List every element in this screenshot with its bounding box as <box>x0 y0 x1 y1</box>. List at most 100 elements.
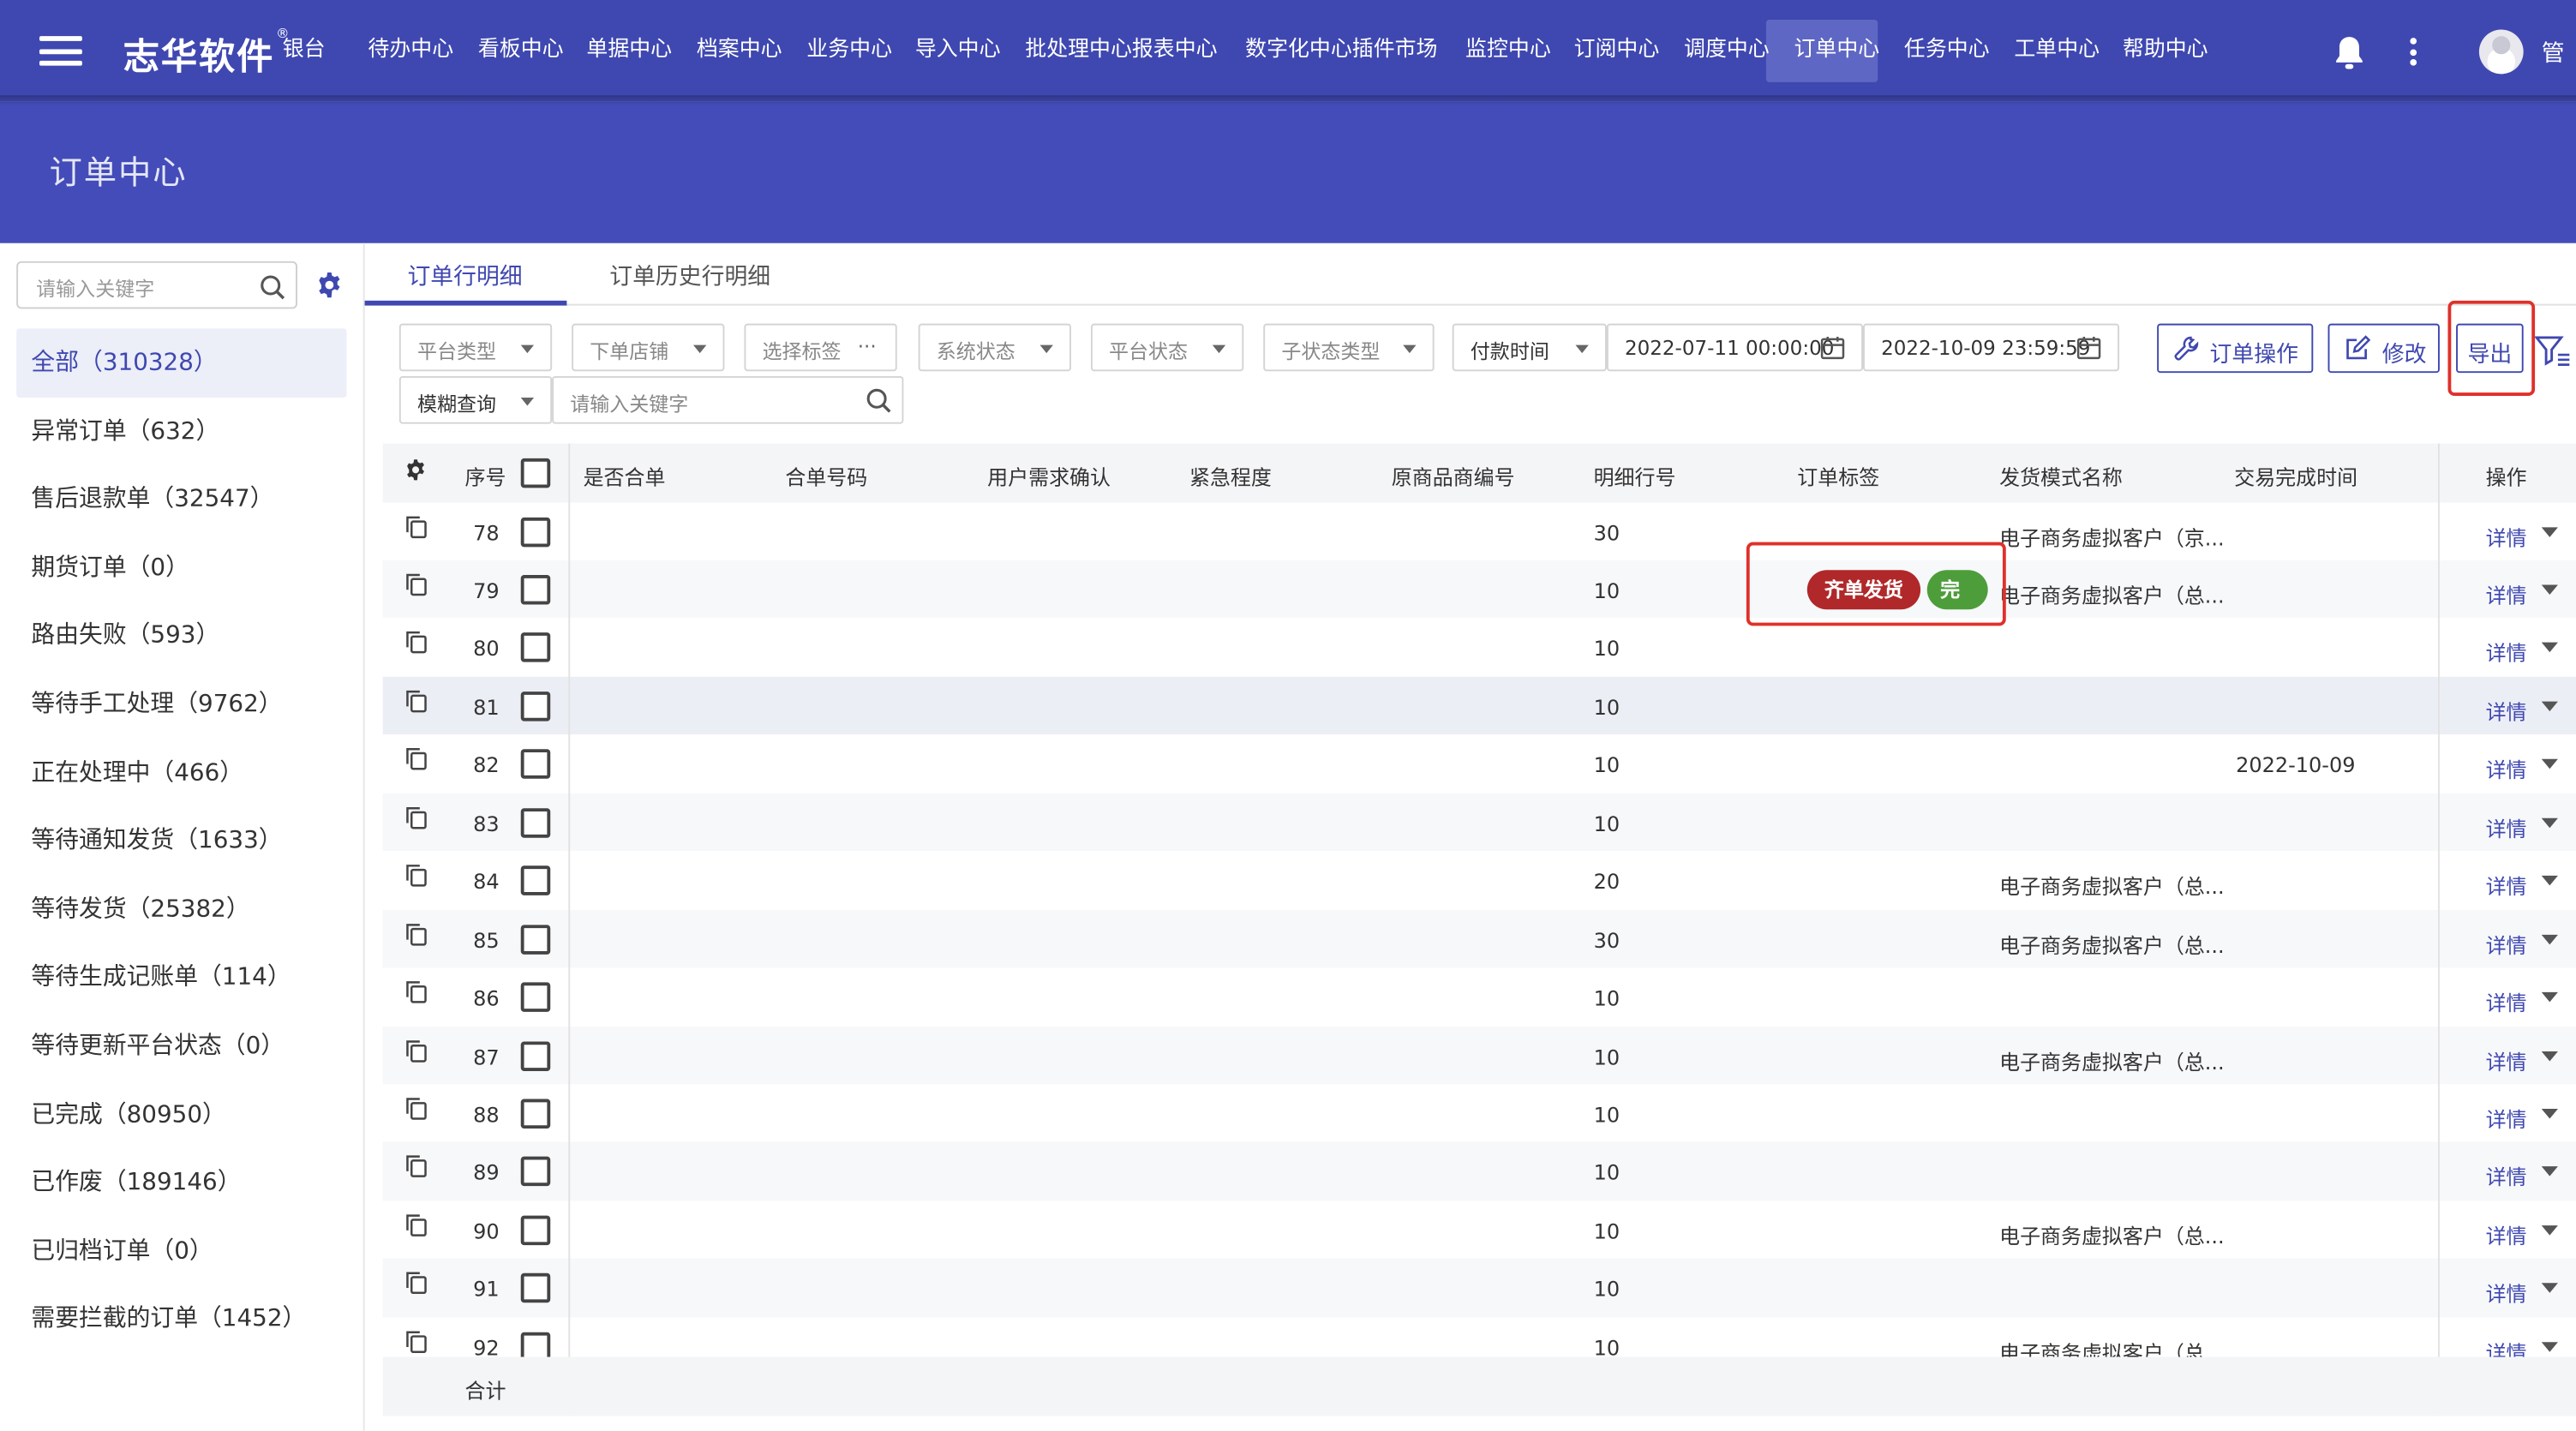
row-checkbox[interactable] <box>520 1157 551 1187</box>
table-row[interactable] <box>382 1259 2576 1318</box>
copy-icon[interactable] <box>406 515 428 538</box>
detail-link[interactable]: 详情 <box>2486 753 2527 784</box>
nav-cashier[interactable]: 银台 <box>283 0 326 102</box>
chevron-down-icon[interactable] <box>2541 1051 2558 1061</box>
detail-link[interactable]: 详情 <box>2486 811 2527 842</box>
table-row[interactable] <box>382 676 2576 735</box>
sidebar-item[interactable]: 正在处理中（466） <box>16 739 346 808</box>
nav-task[interactable]: 任务中心 <box>1904 0 1990 102</box>
sidebar-item[interactable]: 异常订单（632） <box>16 397 346 466</box>
chevron-down-icon[interactable] <box>2541 701 2558 711</box>
chevron-down-icon[interactable] <box>2541 876 2558 886</box>
sidebar-item[interactable]: 等待生成记账单（114） <box>16 943 346 1013</box>
detail-link[interactable]: 详情 <box>2486 520 2527 551</box>
nav-order-center[interactable]: 订单中心 <box>1794 0 1879 102</box>
nav-todo[interactable]: 待办中心 <box>368 0 453 102</box>
fuzzy-query-select[interactable]: 模糊查询 <box>398 376 553 424</box>
table-row[interactable] <box>382 1142 2576 1201</box>
table-row[interactable] <box>383 1200 2576 1259</box>
detail-link[interactable]: 详情 <box>2486 578 2527 609</box>
sidebar-item[interactable]: 等待手工处理（9762） <box>16 670 346 739</box>
platform-status-select[interactable]: 平台状态 <box>1090 323 1244 372</box>
copy-icon[interactable] <box>406 1039 428 1063</box>
row-checkbox[interactable] <box>520 807 551 838</box>
more-vert-icon[interactable] <box>2410 38 2417 69</box>
platform-type-select[interactable]: 平台类型 <box>398 323 553 372</box>
detail-link[interactable]: 详情 <box>2486 1160 2527 1191</box>
chevron-down-icon[interactable] <box>2541 1109 2558 1119</box>
sidebar-item[interactable]: 等待发货（25382） <box>16 875 346 944</box>
sidebar-item[interactable]: 路由失败（593） <box>16 602 346 671</box>
sidebar-item[interactable]: 售后退款单（32547） <box>16 465 346 535</box>
copy-icon[interactable] <box>406 923 428 946</box>
chevron-down-icon[interactable] <box>2541 643 2558 653</box>
sidebar-item[interactable]: 等待通知发货（1633） <box>16 807 346 877</box>
nav-scheduling[interactable]: 调度中心 <box>1684 0 1770 102</box>
detail-link[interactable]: 详情 <box>2486 985 2527 1016</box>
chevron-down-icon[interactable] <box>2541 934 2558 944</box>
chevron-down-icon[interactable] <box>2541 1166 2558 1177</box>
row-checkbox[interactable] <box>520 1273 551 1303</box>
nav-subscription[interactable]: 订阅中心 <box>1574 0 1660 102</box>
copy-icon[interactable] <box>406 806 428 829</box>
copy-icon[interactable] <box>406 865 428 888</box>
row-checkbox[interactable] <box>520 1215 551 1245</box>
sidebar-item[interactable]: 全部（310328） <box>16 328 347 398</box>
system-status-select[interactable]: 系统状态 <box>918 323 1071 372</box>
column-settings-icon[interactable] <box>404 458 428 482</box>
sidebar-item[interactable]: 期货订单（0） <box>16 534 346 603</box>
tab-order-history-lines[interactable]: 订单历史行明细 <box>609 260 770 306</box>
nav-digital-plugin[interactable]: 数字化中心插件市场 <box>1245 0 1437 102</box>
row-checkbox[interactable] <box>520 749 551 780</box>
detail-link[interactable]: 详情 <box>2486 870 2527 901</box>
bell-icon[interactable] <box>2333 34 2365 70</box>
nav-ticket[interactable]: 工单中心 <box>2014 0 2100 102</box>
detail-link[interactable]: 详情 <box>2486 1102 2527 1133</box>
sidebar-search-input[interactable]: 请输入关键字 <box>16 260 297 309</box>
nav-archives[interactable]: 档案中心 <box>697 0 782 102</box>
tab-order-lines[interactable]: 订单行明细 <box>407 260 522 306</box>
table-row[interactable] <box>383 1084 2576 1142</box>
row-checkbox[interactable] <box>520 982 551 1013</box>
row-checkbox[interactable] <box>520 516 551 547</box>
chevron-down-icon[interactable] <box>2541 759 2558 769</box>
detail-link[interactable]: 详情 <box>2486 695 2527 726</box>
row-checkbox[interactable] <box>520 691 551 721</box>
time-field-select[interactable]: 付款时间 <box>1452 323 1607 372</box>
detail-link[interactable]: 详情 <box>2486 1218 2527 1249</box>
sidebar-item[interactable]: 已作废（189146） <box>16 1148 346 1218</box>
nav-help[interactable]: 帮助中心 <box>2123 0 2208 102</box>
menu-icon[interactable] <box>39 36 82 66</box>
table-row[interactable] <box>382 1026 2576 1085</box>
filter-settings-icon[interactable] <box>2535 335 2571 368</box>
copy-icon[interactable] <box>406 1156 428 1179</box>
copy-icon[interactable] <box>406 1272 428 1295</box>
copy-icon[interactable] <box>406 632 428 655</box>
tag-select[interactable]: 选择标签 ··· <box>744 323 897 372</box>
copy-icon[interactable] <box>406 1098 428 1121</box>
table-row[interactable] <box>383 619 2576 677</box>
table-row[interactable] <box>382 793 2576 852</box>
copy-icon[interactable] <box>406 690 428 713</box>
sub-status-select[interactable]: 子状态类型 <box>1263 323 1435 372</box>
nav-monitor[interactable]: 监控中心 <box>1465 0 1551 102</box>
user-name[interactable]: 管 <box>2542 36 2565 69</box>
end-time-picker[interactable]: 2022-10-09 23:59:59 <box>1862 323 2120 372</box>
edit-button[interactable]: 修改 <box>2327 323 2440 374</box>
start-time-picker[interactable]: 2022-07-11 00:00:00 <box>1606 323 1863 372</box>
chevron-down-icon[interactable] <box>2541 584 2558 595</box>
nav-import[interactable]: 导入中心 <box>915 0 1001 102</box>
row-checkbox[interactable] <box>520 924 551 955</box>
shop-select[interactable]: 下单店铺 <box>572 323 725 372</box>
detail-link[interactable]: 详情 <box>2486 1277 2527 1308</box>
table-row[interactable] <box>383 967 2576 1026</box>
row-checkbox[interactable] <box>520 1040 551 1071</box>
chevron-down-icon[interactable] <box>2541 526 2558 536</box>
chevron-down-icon[interactable] <box>2541 1283 2558 1294</box>
table-row[interactable] <box>383 502 2576 560</box>
nav-dashboard[interactable]: 看板中心 <box>478 0 564 102</box>
table-row[interactable] <box>382 560 2576 619</box>
copy-icon[interactable] <box>406 981 428 1004</box>
row-checkbox[interactable] <box>520 1099 551 1129</box>
select-all-checkbox[interactable] <box>520 458 551 488</box>
